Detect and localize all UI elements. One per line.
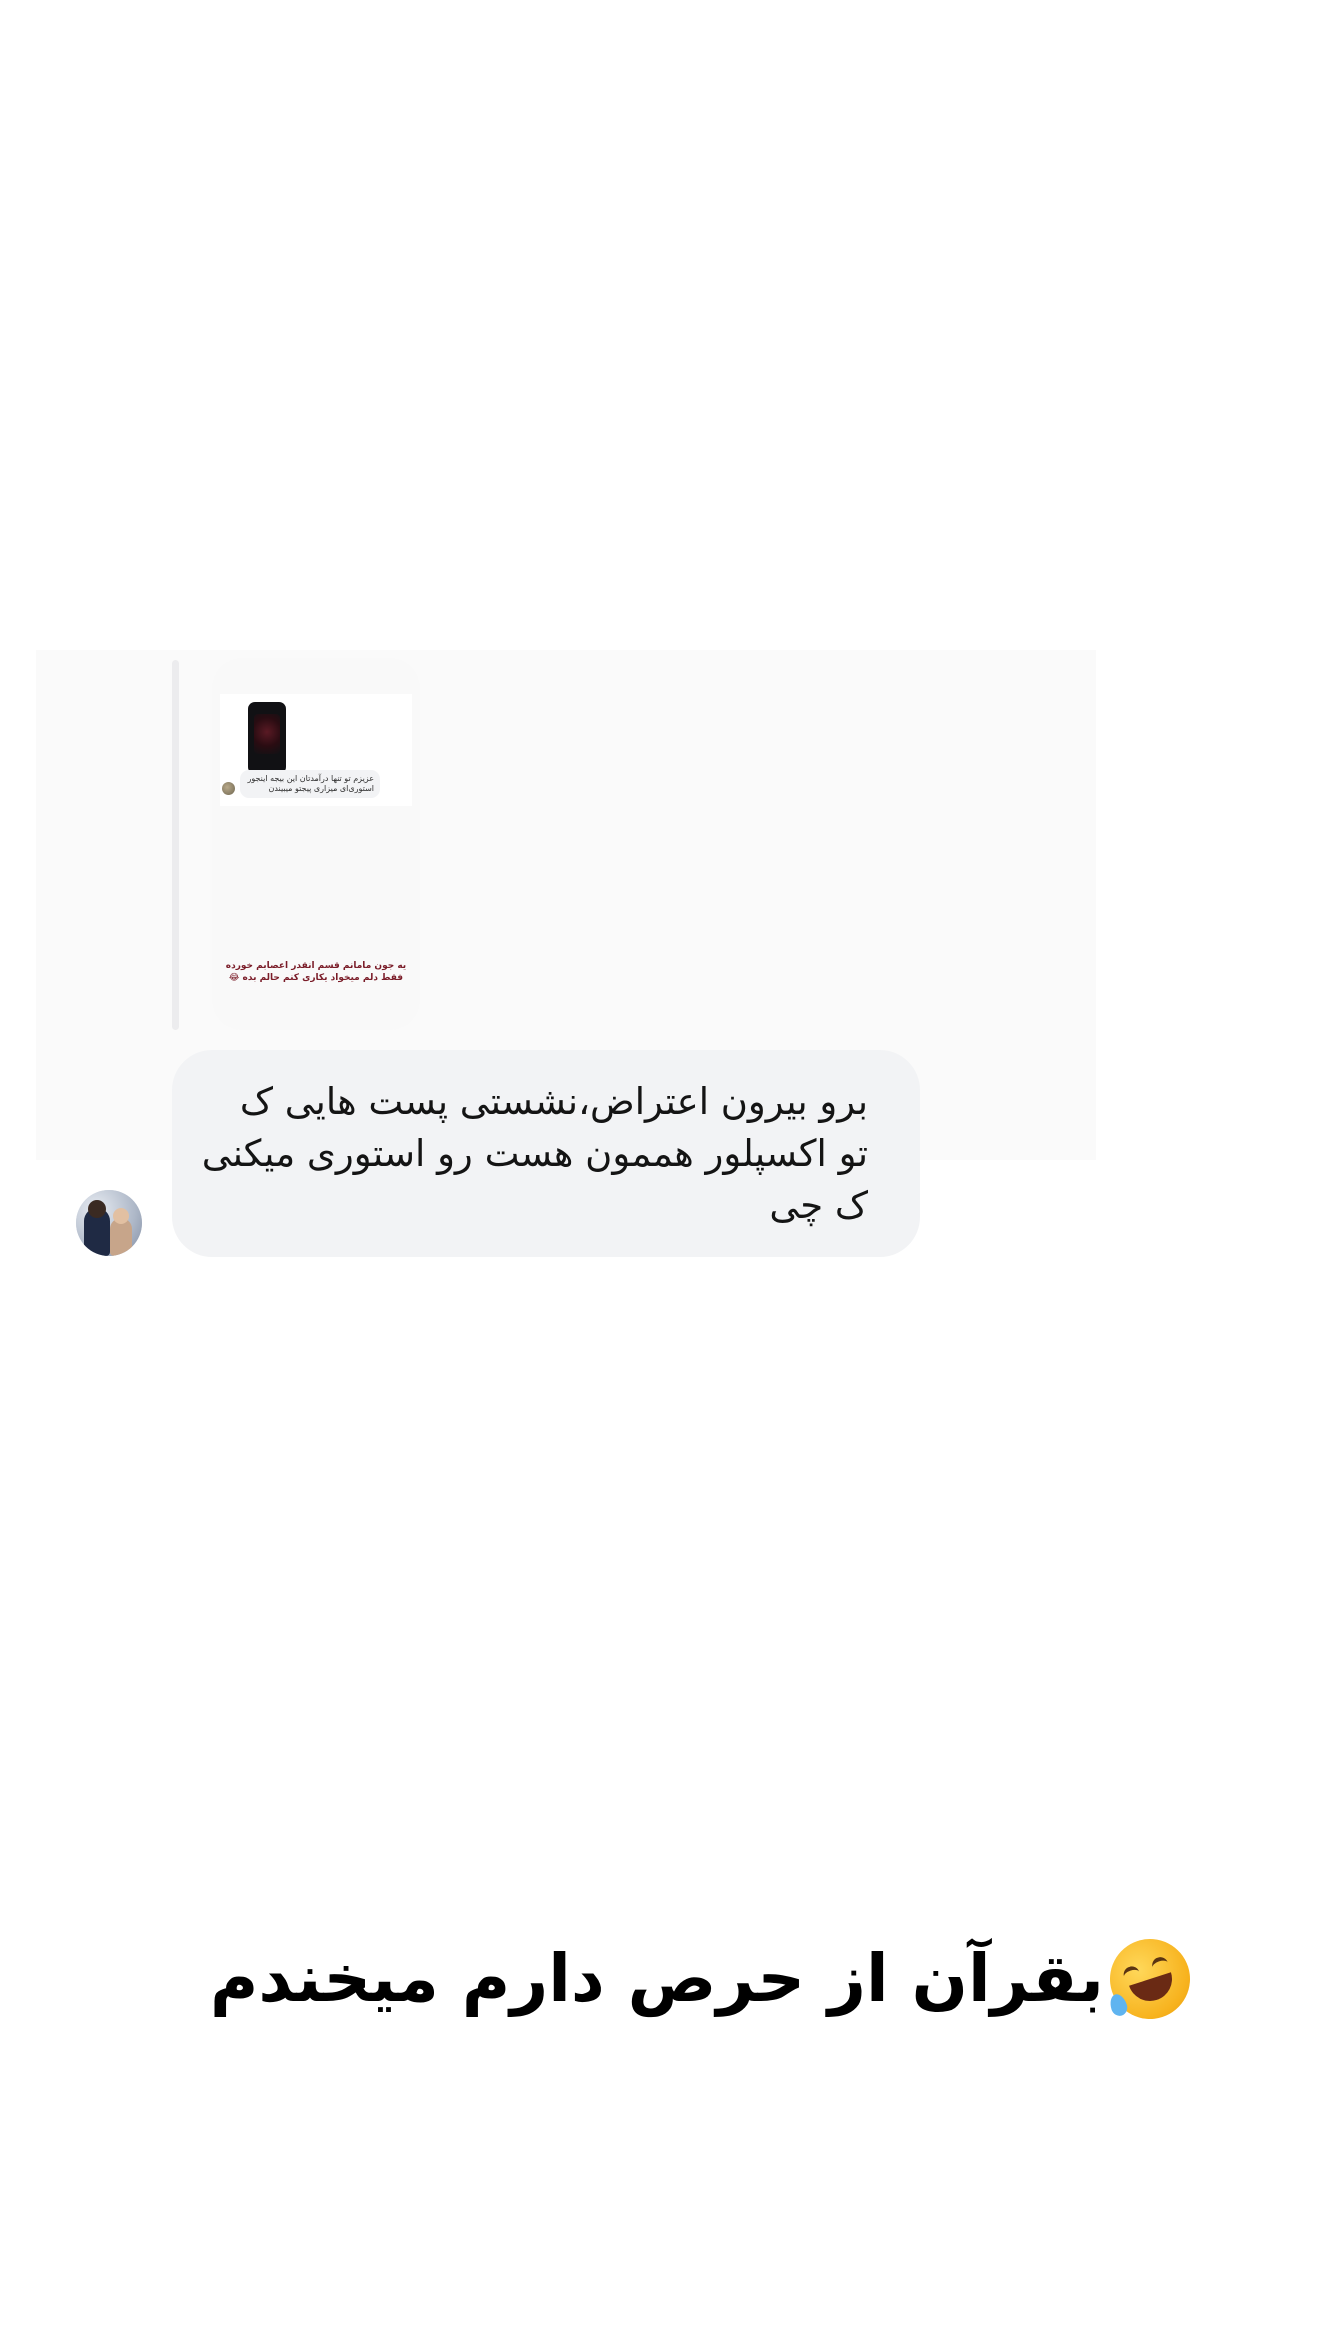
reply-indicator-bar <box>172 660 179 1030</box>
story-preview: عزیزم تو تنها درآمدتان این بیجه اینجور ا… <box>220 694 412 806</box>
emoji-eye-right <box>1150 1955 1170 1972</box>
story-caption-text: یه جون مامانم قسم انقدر اعصابم خورده فقط… <box>225 961 407 983</box>
message-bubble[interactable]: برو بیرون اعتراض،نشستی پست هایی ک تو اکس… <box>172 1050 920 1257</box>
story-caption-overlay: بقرآن از حرص دارم میخندم <box>200 1924 1201 2034</box>
emoji-eye-left <box>1121 1964 1141 1981</box>
rolling-on-floor-laughing-icon <box>1099 1928 1201 2030</box>
emoji-mouth <box>1129 1972 1178 2007</box>
avatar-head-child <box>113 1208 129 1224</box>
story-comment-text: عزیزم تو تنها درآمدتان این بیجه اینجور ا… <box>240 770 380 798</box>
avatar-head-adult <box>88 1200 106 1218</box>
replied-story-thumbnail[interactable]: عزیزم تو تنها درآمدتان این بیجه اینجور ا… <box>212 658 420 1030</box>
commenter-avatar <box>222 782 235 795</box>
phone-screenshot-image <box>248 702 286 774</box>
message-text: برو بیرون اعتراض،نشستی پست هایی ک تو اکس… <box>201 1080 868 1227</box>
caption-text: بقرآن از حرص دارم میخندم <box>210 1940 1104 2017</box>
phone-screen-glow <box>254 714 280 754</box>
emoji-tear <box>1107 1992 1130 2018</box>
avatar[interactable] <box>76 1190 142 1256</box>
